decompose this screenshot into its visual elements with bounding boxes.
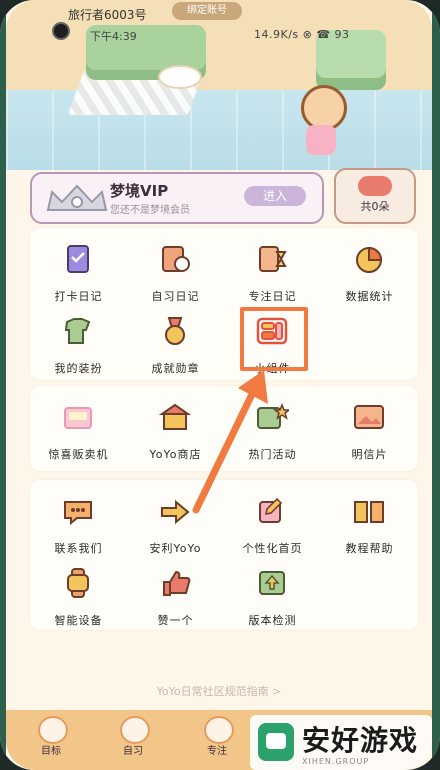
status-indicators: 14.9K/s ⊗ ☎ 93 [254,28,350,41]
user-name: 旅行者6003号 [68,8,147,22]
character-avatar[interactable] [286,85,356,165]
grid-item-label: 个性化首页 [242,542,303,555]
postcard-icon [354,405,384,429]
gamepad-logo-icon [258,723,294,761]
flower-icon [358,176,392,196]
room-illustration: 旅行者6003号 绑定账号 下午4:39 14.9K/s ⊗ ☎ 93 [6,0,432,170]
watermark-subtext: XIHEN.GROUP [302,757,370,766]
grid-item-label: 数据统计 [345,290,394,303]
vending-machine-icon [64,407,92,429]
grid-item-label: 安利YoYo [149,542,202,555]
vip-title: 梦境VIP [110,182,169,200]
grid-item-label: 明信片 [351,448,388,461]
front-camera [52,22,70,40]
grid-item-label: 赞一个 [157,614,194,627]
book-clock-icon [162,246,190,272]
grid-item-postcard[interactable]: 明信片 [321,394,418,461]
tab-focus[interactable]: 专注 [182,714,252,764]
thumbs-up-icon [163,570,191,596]
tab-study[interactable]: 自习 [98,714,168,764]
pointer-arrow [192,370,268,514]
vip-card[interactable]: 梦境VIP 您还不是梦境会员 进入 [30,172,324,224]
medal-icon [165,317,185,345]
grid-item-label: 教程帮助 [345,542,394,555]
coffee-table [158,65,202,89]
tab-label: 自习 [123,746,143,757]
checklist-icon [67,245,89,273]
watch-icon [67,568,89,598]
phone-frame: 旅行者6003号 绑定账号 下午4:39 14.9K/s ⊗ ☎ 93 梦境VI… [0,0,440,770]
grid-item-checkin-diary[interactable]: 打卡日记 [30,236,127,303]
grid-item-version-check[interactable]: 版本检测 [224,560,321,627]
grid-item-tutorial-help[interactable]: 教程帮助 [321,488,418,555]
vip-subtitle: 您还不是梦境会员 [110,205,190,216]
flowers-count: 共0朵 [360,200,390,213]
tab-label: 专注 [207,746,227,757]
shirt-icon [64,318,91,344]
grid-item-statistics[interactable]: 数据统计 [321,236,418,303]
grid-item-study-diary[interactable]: 自习日记 [127,236,224,303]
screen: 旅行者6003号 绑定账号 下午4:39 14.9K/s ⊗ ☎ 93 梦境VI… [6,0,432,770]
flowers-card[interactable]: 共0朵 [334,168,416,224]
chat-icon [64,501,92,526]
grid-item-smart-device[interactable]: 智能设备 [30,560,127,627]
grid-item-label: 惊喜贩卖机 [48,448,109,461]
bezel-right [432,0,440,770]
grid-item-like[interactable]: 赞一个 [127,560,224,627]
grid-item-label: 版本检测 [248,614,297,627]
widget-highlight-box [240,307,308,371]
watermark-text: 安好游戏 [302,724,419,757]
grid-item-label: 联系我们 [54,542,103,555]
grid-item-achievements[interactable]: 成就勋章 [127,308,224,375]
status-time: 下午4:39 [90,30,137,43]
tab-goal[interactable]: 目标 [16,714,86,764]
hourglass-book-icon [259,246,287,272]
grid-item-surprise-vending[interactable]: 惊喜贩卖机 [30,394,127,461]
community-guide-link[interactable]: YoYo日常社区规范指南 > [6,683,432,699]
open-book-icon [354,501,384,523]
vip-enter-button[interactable]: 进入 [244,186,306,206]
grid-item-label: 我的装扮 [54,362,103,375]
crown-icon [46,184,108,211]
focus-icon [204,716,234,744]
character-body [306,125,336,155]
goal-icon [38,716,68,744]
tab-label: 目标 [41,746,61,757]
bind-account-button[interactable]: 绑定账号 [172,2,242,20]
panel-diary: 打卡日记 自习日记 专注日记 数据统计 我的装扮 成就勋章 小组件 [30,228,418,380]
grid-item-label: 专注日记 [248,290,297,303]
update-icon [259,571,285,595]
grid-item-my-outfit[interactable]: 我的装扮 [30,308,127,375]
grid-item-label: 自习日记 [151,290,200,303]
grid-item-label: 智能设备 [54,614,103,627]
grid-item-focus-diary[interactable]: 专注日记 [224,236,321,303]
floor [6,90,432,170]
pie-chart-icon [356,246,383,273]
study-icon [120,716,150,744]
grid-item-label: 打卡日记 [54,290,103,303]
watermark: 安好游戏 XIHEN.GROUP [250,715,432,770]
grid-item-contact-us[interactable]: 联系我们 [30,488,127,555]
status-bar: 旅行者6003号 绑定账号 下午4:39 14.9K/s ⊗ ☎ 93 [6,0,432,43]
